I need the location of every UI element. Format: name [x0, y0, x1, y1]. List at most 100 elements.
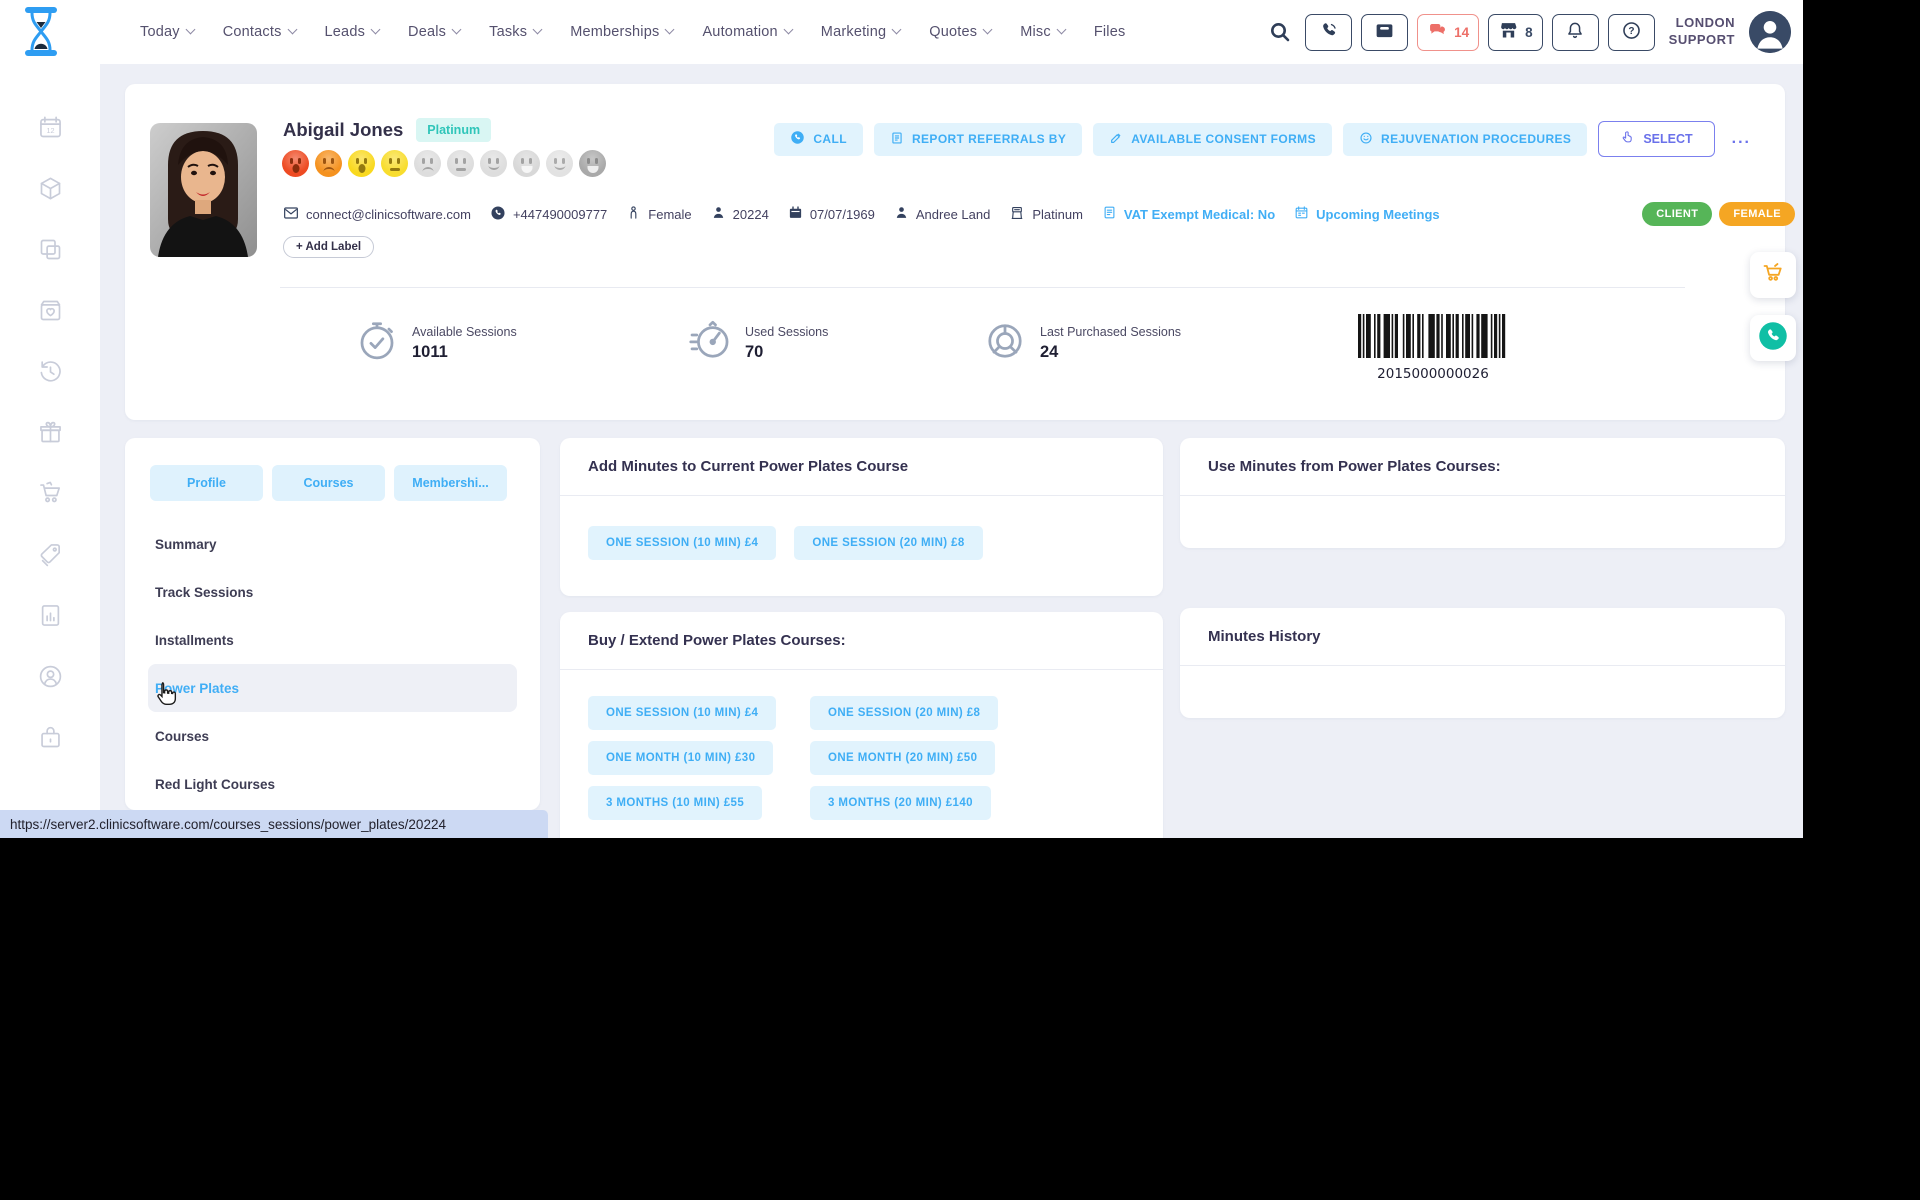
courses-menu: Summary Track Sessions Installments Powe… — [125, 520, 540, 808]
document-icon — [1102, 205, 1117, 223]
mood-face-mood-7[interactable] — [480, 150, 507, 177]
top-navigation-bar: Today Contacts Leads Deals Tasks Members… — [0, 0, 1803, 64]
menu-item-power-plates[interactable]: Power Plates — [148, 664, 517, 712]
report-referrals-button[interactable]: REPORT REFERRALS BY — [874, 123, 1082, 156]
nav-today[interactable]: Today — [140, 24, 194, 40]
calendar-icon[interactable]: 12 — [37, 114, 64, 141]
stopwatch-icon — [355, 319, 399, 368]
tag-icon[interactable] — [37, 541, 64, 568]
mood-face-mood-9[interactable] — [546, 150, 573, 177]
link-status-bar: https://server2.clinicsoftware.com/cours… — [0, 810, 548, 838]
floating-call-button[interactable] — [1750, 315, 1796, 361]
nav-deals[interactable]: Deals — [408, 24, 460, 40]
copy-icon[interactable] — [37, 236, 64, 263]
floating-cart-button[interactable] — [1750, 252, 1796, 298]
mood-face-mood-10[interactable] — [579, 150, 606, 177]
gender-badge[interactable]: FEMALE — [1719, 202, 1795, 226]
vat-exempt-link[interactable]: VAT Exempt Medical: No — [1102, 205, 1275, 223]
upcoming-meetings-link[interactable]: Upcoming Meetings — [1294, 205, 1440, 223]
mood-face-mood-8[interactable] — [513, 150, 540, 177]
add-label-button[interactable]: + Add Label — [283, 236, 374, 258]
nav-contacts[interactable]: Contacts — [223, 24, 296, 40]
notifications-button[interactable] — [1552, 14, 1599, 51]
person-icon — [894, 205, 909, 223]
menu-item-installments[interactable]: Installments — [125, 616, 540, 664]
mood-face-mood-4[interactable] — [381, 150, 408, 177]
buy-one-session-20-button[interactable]: ONE SESSION (20 MIN) £8 — [810, 696, 998, 730]
client-profile-card: Abigail Jones Platinum connect@clinicsof… — [125, 84, 1785, 420]
menu-item-courses[interactable]: Courses — [125, 712, 540, 760]
help-button[interactable]: ? — [1608, 14, 1655, 51]
mail-icon — [283, 205, 299, 224]
nav-misc[interactable]: Misc — [1020, 24, 1065, 40]
phone-field[interactable]: Female +447490009777 — [490, 205, 607, 224]
mood-face-mood-6[interactable] — [447, 150, 474, 177]
email-field[interactable]: connect@clinicsoftware.com — [283, 205, 471, 224]
tab-courses[interactable]: Courses — [272, 465, 385, 501]
panel-title: Use Minutes from Power Plates Courses: — [1208, 458, 1501, 475]
nav-marketing[interactable]: Marketing — [821, 24, 900, 40]
mood-face-mood-2[interactable] — [315, 150, 342, 177]
icon-sidebar: 12 — [0, 64, 100, 838]
buy-one-month-10-button[interactable]: ONE MONTH (10 MIN) £30 — [588, 741, 773, 775]
buy-three-months-20-button[interactable]: 3 MONTHS (20 MIN) £140 — [810, 786, 991, 820]
menu-item-red-light-courses[interactable]: Red Light Courses — [125, 760, 540, 808]
package-icon[interactable] — [37, 175, 64, 202]
more-actions-button[interactable]: ... — [1726, 130, 1757, 148]
mood-face-mood-3[interactable] — [348, 150, 375, 177]
nav-quotes[interactable]: Quotes — [929, 24, 991, 40]
nav-leads[interactable]: Leads — [325, 24, 380, 40]
buy-one-session-10-button[interactable]: ONE SESSION (10 MIN) £4 — [588, 696, 776, 730]
store-button[interactable]: 8 — [1488, 14, 1543, 51]
buy-one-month-20-button[interactable]: ONE MONTH (20 MIN) £50 — [810, 741, 995, 775]
dialer-button[interactable] — [1305, 14, 1352, 51]
phone-circle-icon — [490, 205, 506, 224]
panel-divider — [1180, 665, 1785, 666]
menu-item-summary[interactable]: Summary — [125, 520, 540, 568]
search-icon[interactable] — [1268, 20, 1292, 44]
stat-value: 24 — [1040, 343, 1181, 362]
buy-extend-panel: Buy / Extend Power Plates Courses: ONE S… — [560, 612, 1163, 838]
mood-face-mood-1[interactable] — [282, 150, 309, 177]
select-button[interactable]: SELECT — [1598, 121, 1714, 157]
inbox-button[interactable] — [1361, 14, 1408, 51]
report-icon[interactable] — [37, 602, 64, 629]
gift-icon[interactable] — [37, 419, 64, 446]
care-box-icon[interactable] — [37, 297, 64, 324]
buy-three-months-10-button[interactable]: 3 MONTHS (10 MIN) £55 — [588, 786, 762, 820]
nav-files[interactable]: Files — [1094, 24, 1126, 40]
rejuvenation-button[interactable]: REJUVENATION PROCEDURES — [1343, 123, 1587, 156]
add-one-session-10-button[interactable]: ONE SESSION (10 MIN) £4 — [588, 526, 776, 560]
tier-badge: Platinum — [416, 118, 491, 142]
client-name-row: Abigail Jones Platinum — [283, 118, 491, 142]
menu-item-track-sessions[interactable]: Track Sessions — [125, 568, 540, 616]
nav-automation[interactable]: Automation — [702, 24, 791, 40]
store-count-badge: 8 — [1525, 25, 1533, 40]
person-icon — [711, 205, 726, 223]
current-location-label: LONDON SUPPORT — [1669, 15, 1735, 49]
case-lock-icon[interactable] — [37, 724, 64, 751]
mood-face-mood-5[interactable] — [414, 150, 441, 177]
history-icon[interactable] — [37, 358, 64, 385]
nav-tasks[interactable]: Tasks — [489, 24, 541, 40]
user-circle-icon[interactable] — [37, 663, 64, 690]
client-tabs: Profile Courses Membershi... — [150, 465, 507, 501]
add-minutes-buttons: ONE SESSION (10 MIN) £4 ONE SESSION (20 … — [588, 526, 983, 560]
desktop-background: Today Contacts Leads Deals Tasks Members… — [0, 0, 1920, 1200]
add-one-session-20-button[interactable]: ONE SESSION (20 MIN) £8 — [794, 526, 982, 560]
call-button[interactable]: CALL — [774, 123, 863, 156]
nav-memberships[interactable]: Memberships — [570, 24, 673, 40]
buy-extend-buttons: ONE SESSION (10 MIN) £4 ONE SESSION (20 … — [588, 696, 998, 820]
chat-notifications-button[interactable]: 14 — [1417, 14, 1479, 51]
user-avatar[interactable] — [1749, 11, 1791, 53]
client-photo[interactable] — [150, 123, 257, 257]
clinicsoftware-logo[interactable] — [22, 5, 60, 63]
consent-forms-button[interactable]: AVAILABLE CONSENT FORMS — [1093, 123, 1332, 156]
cart-icon[interactable] — [37, 480, 64, 507]
profile-actions: CALL REPORT REFERRALS BY AVAILABLE CONSE… — [774, 121, 1757, 157]
tab-memberships[interactable]: Membershi... — [394, 465, 507, 501]
last-purchased-stat: Last Purchased Sessions 24 — [983, 319, 1181, 368]
tab-profile[interactable]: Profile — [150, 465, 263, 501]
client-status-badge[interactable]: CLIENT — [1642, 202, 1712, 226]
barcode-svg — [1358, 314, 1508, 358]
